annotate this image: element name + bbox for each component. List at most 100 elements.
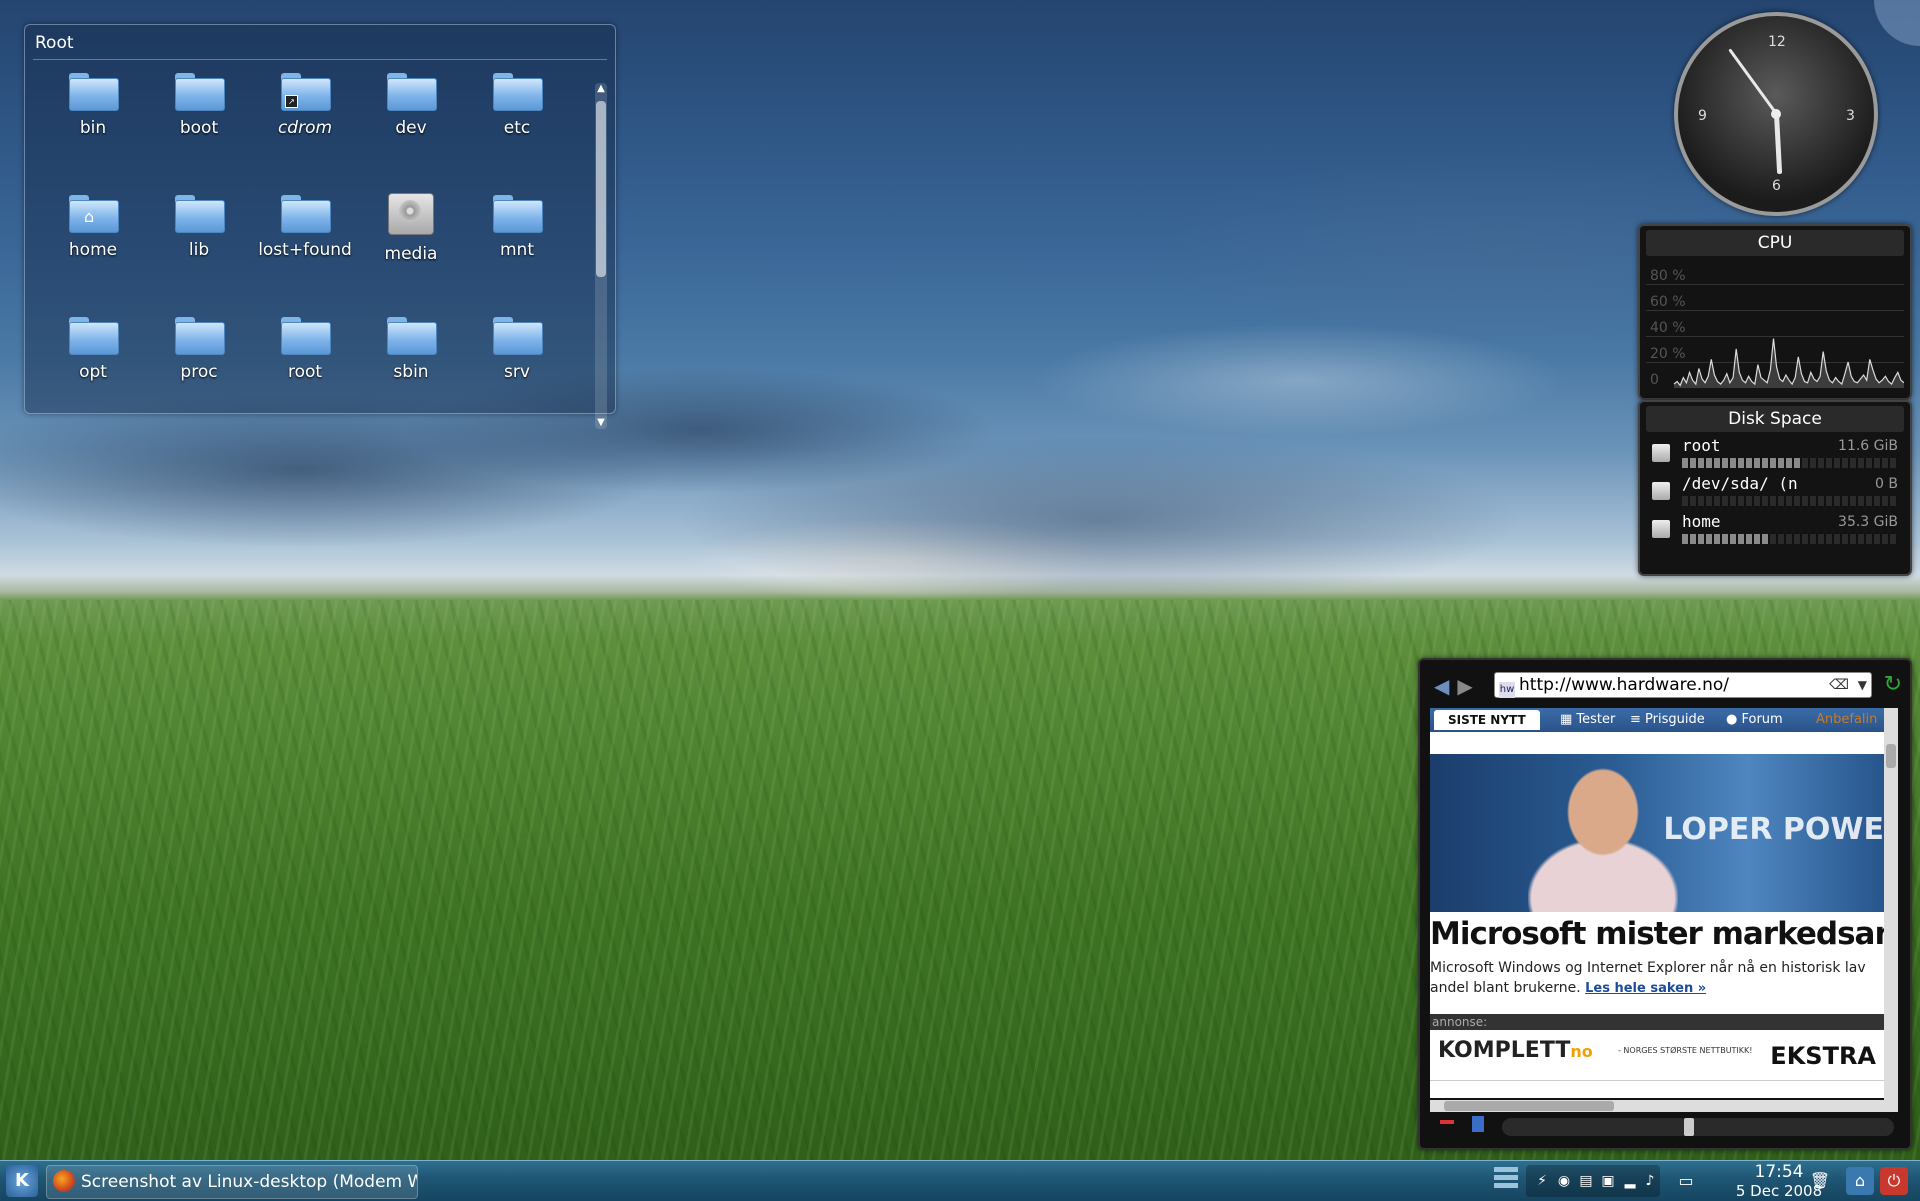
lock-screen-icon[interactable]: ⌂ bbox=[1846, 1167, 1874, 1195]
folder-item-home[interactable]: ⌂ home bbox=[43, 193, 143, 260]
folder-icon bbox=[493, 71, 543, 111]
disk-row-root[interactable]: root 11.6 GiB bbox=[1648, 436, 1902, 472]
site-nav-tabs: SISTE NYTT ▦ Tester ≡ Prisguide ● Forum … bbox=[1430, 708, 1884, 732]
folder-view-divider bbox=[33, 59, 607, 60]
power-manager-icon[interactable]: ⚡ bbox=[1534, 1173, 1550, 1189]
logout-icon[interactable]: ⏻ bbox=[1880, 1167, 1908, 1195]
folder-item-dev[interactable]: dev bbox=[361, 71, 461, 138]
back-arrow-icon[interactable]: ◀ bbox=[1434, 674, 1449, 698]
browser-horizontal-scrollbar[interactable] bbox=[1430, 1100, 1898, 1112]
disk-row-home[interactable]: home 35.3 GiB bbox=[1648, 512, 1902, 548]
browser-hscroll-thumb[interactable] bbox=[1444, 1101, 1614, 1111]
disk-usage-bar bbox=[1682, 458, 1898, 468]
folder-item-cdrom[interactable]: ↗ cdrom bbox=[255, 71, 355, 138]
folder-label: srv bbox=[504, 362, 530, 382]
folder-label: bin bbox=[79, 118, 107, 138]
folder-icon bbox=[281, 315, 331, 355]
tab-tester[interactable]: ▦ Tester bbox=[1560, 712, 1615, 727]
folder-icon bbox=[175, 71, 225, 111]
tab-siste-nytt[interactable]: SISTE NYTT bbox=[1434, 710, 1540, 730]
folder-label: boot bbox=[179, 118, 219, 138]
printer-icon[interactable]: ▭ bbox=[1672, 1167, 1700, 1195]
clock-numeral-3: 3 bbox=[1846, 108, 1855, 124]
article-photo[interactable]: LOPER POWE bbox=[1430, 754, 1884, 912]
folder-item-opt[interactable]: opt bbox=[43, 315, 143, 382]
taskbar-task-firefox[interactable]: Screenshot av Linux-desktop (Modem W bbox=[46, 1165, 418, 1199]
tab-forum[interactable]: ● Forum bbox=[1726, 712, 1783, 727]
clear-url-icon[interactable]: ⌫ bbox=[1829, 673, 1849, 697]
folder-item-media[interactable]: media bbox=[361, 193, 461, 264]
browser-nav: ◀ ▶ bbox=[1434, 674, 1481, 698]
folder-item-boot[interactable]: boot bbox=[149, 71, 249, 138]
folder-label: lost+found bbox=[258, 240, 352, 260]
clock-numeral-9: 9 bbox=[1698, 108, 1707, 124]
disk-name: root bbox=[1682, 436, 1721, 455]
browser-vertical-scrollbar[interactable] bbox=[1884, 708, 1898, 1100]
tab-prisguide[interactable]: ≡ Prisguide bbox=[1630, 712, 1705, 727]
kde-menu-button[interactable]: K bbox=[6, 1165, 38, 1197]
disk-row-sda[interactable]: /dev/sda/ (n 0 B bbox=[1648, 474, 1902, 510]
folder-item-lib[interactable]: lib bbox=[149, 193, 249, 260]
folder-view-title: Root bbox=[35, 33, 74, 53]
disk-space-widget: Disk Space root 11.6 GiB /dev/sda/ (n 0 … bbox=[1638, 400, 1912, 576]
folder-item-srv[interactable]: srv bbox=[467, 315, 567, 382]
trash-icon[interactable]: 🗑 bbox=[1806, 1167, 1834, 1195]
folder-label: home bbox=[68, 240, 118, 260]
taskbar-panel: K Screenshot av Linux-desktop (Modem W ⚡… bbox=[0, 1160, 1920, 1201]
zoom-slider[interactable] bbox=[1502, 1118, 1894, 1136]
tab-anbefalinger[interactable]: Anbefalin bbox=[1816, 712, 1877, 727]
folder-icon bbox=[281, 193, 331, 233]
folder-item-bin[interactable]: bin bbox=[43, 71, 143, 138]
folder-icon bbox=[69, 71, 119, 111]
drive-icon bbox=[1652, 482, 1670, 500]
folder-item-etc[interactable]: etc bbox=[467, 71, 567, 138]
volume-icon[interactable]: ♪ bbox=[1642, 1173, 1658, 1189]
photo-person bbox=[1528, 768, 1678, 912]
disk-usage-bar bbox=[1682, 496, 1898, 506]
folder-label: root bbox=[287, 362, 323, 382]
clock-numeral-6: 6 bbox=[1772, 178, 1781, 194]
article-body: Microsoft Windows og Internet Explorer n… bbox=[1430, 958, 1880, 999]
scroll-up-arrow-icon[interactable]: ▲ bbox=[595, 83, 607, 95]
folder-link-icon: ↗ bbox=[281, 71, 331, 111]
reload-icon[interactable]: ↻ bbox=[1884, 672, 1902, 697]
disk-size: 0 B bbox=[1875, 476, 1898, 492]
disk-usage-bar bbox=[1682, 534, 1898, 544]
disk-size: 11.6 GiB bbox=[1838, 438, 1898, 454]
ad-label: annonse: bbox=[1430, 1014, 1884, 1030]
folder-item-sbin[interactable]: sbin bbox=[361, 315, 461, 382]
article-headline[interactable]: Microsoft mister markedsandeler bbox=[1430, 916, 1884, 952]
ad-headline: EKSTRA bbox=[1770, 1042, 1876, 1070]
tab-prisguide-label: Prisguide bbox=[1645, 712, 1705, 727]
ad-tagline: - NORGES STØRSTE NETTBUTIKK! bbox=[1618, 1046, 1753, 1055]
network-signal-icon[interactable]: ▂ bbox=[1622, 1173, 1638, 1189]
folder-item-lost-found[interactable]: lost+found bbox=[255, 193, 355, 260]
remove-bookmark-icon[interactable] bbox=[1440, 1120, 1454, 1124]
browser-vscroll-thumb[interactable] bbox=[1886, 744, 1896, 768]
disk-usage-fill bbox=[1682, 458, 1801, 468]
folder-label: etc bbox=[503, 118, 531, 138]
url-dropdown-icon[interactable]: ▼ bbox=[1858, 673, 1867, 697]
desktop-pager[interactable] bbox=[1494, 1167, 1518, 1195]
komplett-logo: KOMPLETTno bbox=[1438, 1038, 1593, 1063]
web-browser-widget: ◀ ▶ hw http://www.hardware.no/ ⌫ ▼ ↻ SISTE… bbox=[1418, 658, 1912, 1150]
hard-disk-icon bbox=[388, 193, 434, 235]
folder-view-scrollbar[interactable]: ▲ ▼ bbox=[595, 83, 607, 429]
clipboard-icon[interactable]: ▤ bbox=[1578, 1173, 1594, 1189]
url-input[interactable]: hw http://www.hardware.no/ ⌫ ▼ bbox=[1494, 672, 1872, 698]
forward-arrow-icon[interactable]: ▶ bbox=[1457, 674, 1472, 698]
folder-view-scroll-thumb[interactable] bbox=[596, 101, 606, 277]
scroll-down-arrow-icon[interactable]: ▼ bbox=[595, 417, 607, 429]
folder-label: sbin bbox=[393, 362, 429, 382]
device-notifier-icon[interactable]: ▣ bbox=[1600, 1173, 1616, 1189]
zoom-slider-knob[interactable] bbox=[1684, 1118, 1694, 1136]
bookmarks-icon[interactable] bbox=[1472, 1116, 1484, 1132]
ad-banner[interactable]: KOMPLETTno - NORGES STØRSTE NETTBUTIKK! … bbox=[1430, 1030, 1884, 1081]
folder-item-mnt[interactable]: mnt bbox=[467, 193, 567, 260]
folder-item-root[interactable]: root bbox=[255, 315, 355, 382]
read-more-link[interactable]: Les hele saken » bbox=[1585, 981, 1706, 996]
folder-item-proc[interactable]: proc bbox=[149, 315, 249, 382]
update-notifier-icon[interactable]: ◉ bbox=[1556, 1173, 1572, 1189]
clock-minute-hand bbox=[1728, 48, 1778, 115]
analog-clock-widget: 12 3 6 9 bbox=[1674, 12, 1878, 216]
